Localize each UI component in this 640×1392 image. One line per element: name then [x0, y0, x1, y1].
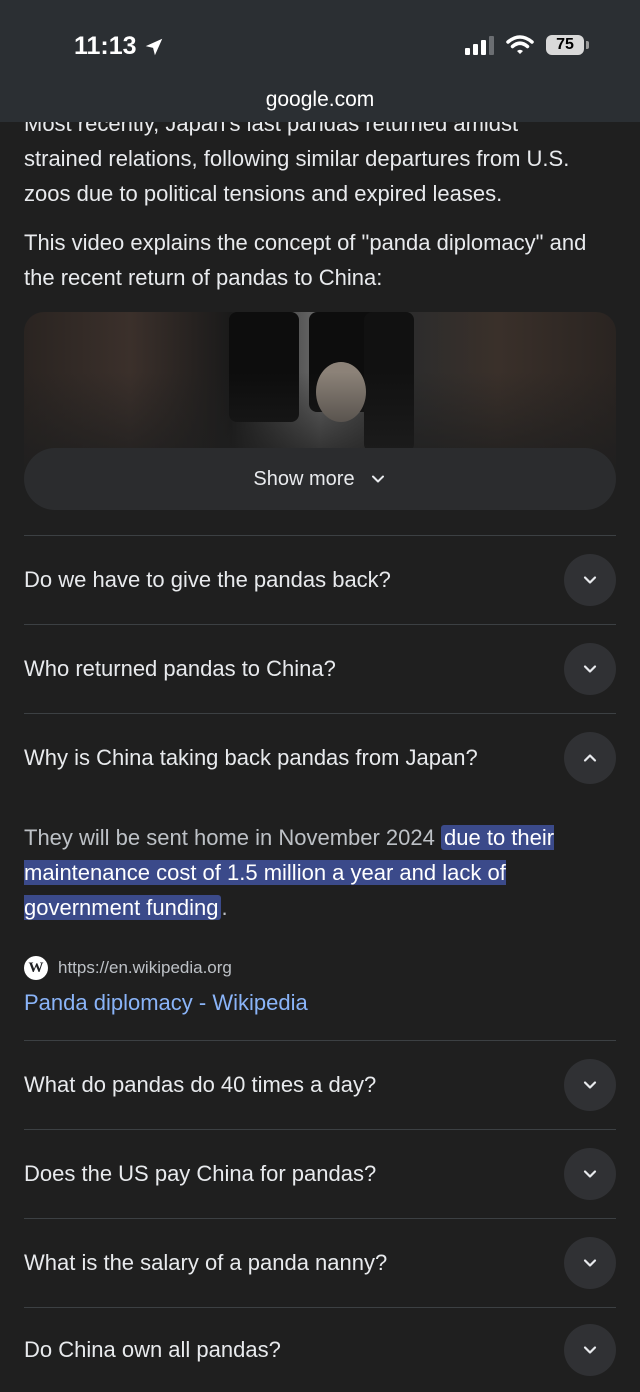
faq-item[interactable]: What do pandas do 40 times a day? [24, 1041, 616, 1129]
video-intro: This video explains the concept of "pand… [24, 230, 587, 290]
faq-item-expanded[interactable]: Why is China taking back pandas from Jap… [24, 714, 616, 802]
chevron-down-icon [583, 1346, 597, 1354]
show-more-button[interactable]: Show more [24, 448, 616, 510]
faq-item[interactable]: Do China own all pandas? [24, 1308, 616, 1392]
url-bar[interactable]: google.com [0, 88, 640, 112]
chevron-down-icon [583, 576, 597, 584]
faq-item[interactable]: Do we have to give the pandas back? [24, 536, 616, 624]
status-icons: 75 [465, 34, 589, 56]
expand-button[interactable] [564, 1237, 616, 1289]
chevron-down-icon [583, 665, 597, 673]
expand-button[interactable] [564, 643, 616, 695]
expand-button[interactable] [564, 554, 616, 606]
wikipedia-icon: W [24, 956, 48, 980]
faq-item[interactable]: Who returned pandas to China? [24, 625, 616, 713]
wifi-icon [506, 35, 534, 54]
chevron-down-icon [583, 1259, 597, 1267]
battery-icon: 75 [546, 35, 589, 55]
faq-question: Do we have to give the pandas back? [24, 567, 391, 592]
chevron-up-icon [583, 754, 597, 762]
faq-question: Does the US pay China for pandas? [24, 1161, 377, 1186]
faq-question: Why is China taking back pandas from Jap… [24, 745, 478, 770]
faq-item[interactable]: What is the salary of a panda nanny? [24, 1219, 616, 1307]
faq-question: What do pandas do 40 times a day? [24, 1072, 377, 1097]
browser-header: 11:13 75 google.com [0, 0, 640, 122]
answer-source: W https://en.wikipedia.org [24, 956, 232, 980]
location-arrow-icon [145, 38, 162, 55]
expand-button[interactable] [564, 1148, 616, 1200]
faq-question: Do China own all pandas? [24, 1337, 281, 1362]
expand-button[interactable] [564, 1059, 616, 1111]
faq-question: What is the salary of a panda nanny? [24, 1250, 388, 1275]
chevron-down-icon [583, 1081, 597, 1089]
source-link[interactable]: Panda diplomacy - Wikipedia [24, 990, 308, 1016]
chevron-down-icon [583, 1170, 597, 1178]
paragraph-rest: strained relations, following similar de… [24, 146, 570, 206]
status-time: 11:13 [74, 32, 165, 61]
expand-button[interactable] [564, 1324, 616, 1376]
source-url: https://en.wikipedia.org [58, 958, 232, 977]
collapse-button[interactable] [564, 732, 616, 784]
faq-item[interactable]: Does the US pay China for pandas? [24, 1130, 616, 1218]
faq-question: Who returned pandas to China? [24, 656, 336, 681]
article-content: Most recently, Japan's last pandas retur… [24, 100, 616, 295]
cellular-signal-icon [465, 35, 494, 55]
chevron-down-icon [371, 475, 384, 483]
faq-answer: They will be sent home in November 2024 … [24, 825, 555, 920]
